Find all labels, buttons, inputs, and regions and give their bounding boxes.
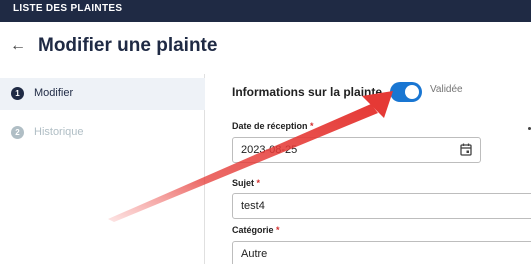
top-app-bar: LISTE DES PLAINTES <box>0 0 531 22</box>
subject-value: test4 <box>241 200 265 212</box>
step-modifier[interactable]: 1 Modifier <box>0 78 205 110</box>
topbar-title: LISTE DES PLAINTES <box>13 3 123 14</box>
reception-date-value: 2023-08-25 <box>241 144 298 156</box>
required-mark: * <box>276 225 280 235</box>
reception-date-input[interactable]: 2023-08-25 <box>232 137 481 163</box>
step-label: Modifier <box>34 87 74 99</box>
status-toggle[interactable] <box>390 82 422 102</box>
required-mark: * <box>310 121 314 131</box>
calendar-icon[interactable] <box>460 143 472 156</box>
step-number: 2 <box>11 126 24 139</box>
required-mark: * <box>256 178 261 188</box>
page-title: Modifier une plainte <box>38 35 218 56</box>
section-title: Informations sur la plainte <box>232 85 383 99</box>
category-label: Catégorie * <box>232 225 280 235</box>
category-select[interactable]: Autre <box>232 241 531 264</box>
category-value: Autre <box>241 248 268 260</box>
subject-label: Sujet * <box>232 178 261 188</box>
status-toggle-label: Validée <box>430 84 463 95</box>
step-label: Historique <box>34 126 84 138</box>
step-number: 1 <box>11 87 24 100</box>
stepper-sidebar: 1 Modifier 2 Historique <box>0 74 205 264</box>
toggle-knob <box>405 85 419 99</box>
step-historique[interactable]: 2 Historique <box>0 117 205 149</box>
reception-date-label: Date de réception * <box>232 121 314 131</box>
complaint-form: Informations sur la plainte Validée Date… <box>206 74 531 264</box>
page-header: ← Modifier une plainte <box>0 22 531 74</box>
arrow-left-icon[interactable]: ← <box>9 36 27 56</box>
subject-input[interactable]: test4 <box>232 193 531 219</box>
